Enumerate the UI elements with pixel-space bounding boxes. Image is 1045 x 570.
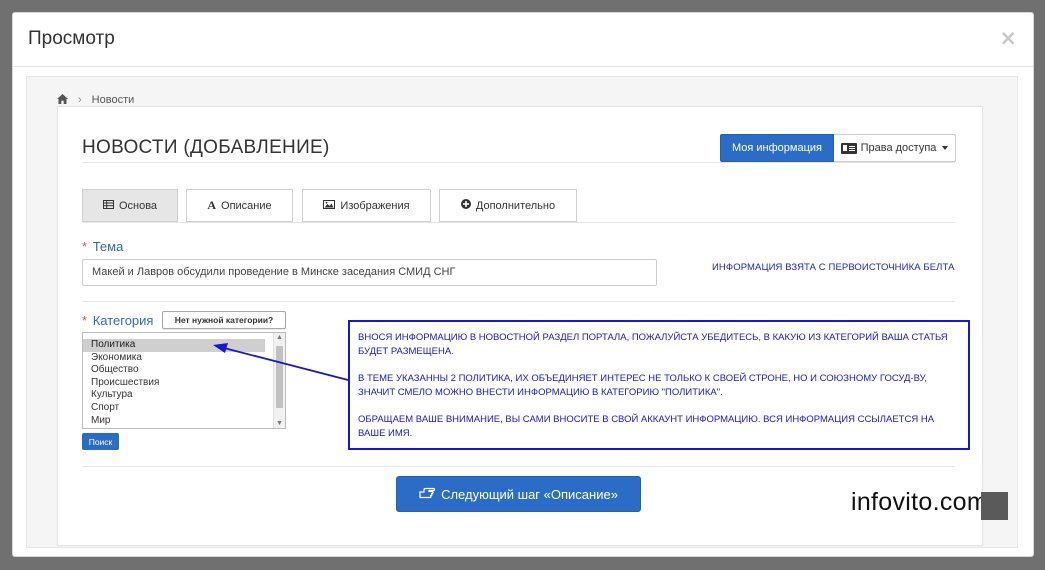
- annotation-paragraph: ОБРАЩАЕМ ВАШЕ ВНИМАНИЕ, ВЫ САМИ ВНОСИТЕ …: [358, 414, 935, 439]
- divider: [82, 466, 955, 467]
- annotation-paragraph: ВНОСЯ ИНФОРМАЦИЮ В НОВОСТНОЙ РАЗДЕЛ ПОРТ…: [358, 332, 948, 357]
- source-note: ИНФОРМАЦИЯ ВЗЯТА С ПЕРВОИСТОЧНИКА БЕЛТА: [712, 262, 955, 273]
- image-icon: [323, 199, 336, 212]
- tab-izobrazheniya[interactable]: Изображения: [302, 189, 431, 222]
- annotation-paragraph: В ТЕМЕ УКАЗАННЫ 2 ПОЛИТИКА, ИХ ОБЪЕДИНЯЕ…: [358, 373, 928, 398]
- tab-dopolnitelno[interactable]: Дополнительно: [439, 189, 577, 222]
- tab-label: Изображения: [340, 199, 410, 212]
- next-step-label: Следующий шаг «Описание»: [441, 486, 618, 502]
- access-rights-button[interactable]: Права доступа: [834, 134, 956, 162]
- theme-label-text: Тема: [92, 239, 124, 254]
- scrollbar-thumb[interactable]: [276, 346, 283, 408]
- hand-pointer-icon: [419, 487, 436, 502]
- watermark-square: [981, 492, 1008, 520]
- annotation-box: ВНОСЯ ИНФОРМАЦИЮ В НОВОСТНОЙ РАЗДЕЛ ПОРТ…: [348, 320, 970, 450]
- no-category-button[interactable]: Нет нужной категории?: [162, 311, 286, 329]
- tab-osnova[interactable]: Основа: [82, 189, 178, 222]
- divider: [82, 301, 955, 302]
- theme-label: * Тема: [82, 239, 123, 254]
- breadcrumb-current[interactable]: Новости: [92, 94, 135, 106]
- search-button[interactable]: Поиск: [82, 433, 119, 450]
- category-listbox[interactable]: Политика Экономика Общество Происшествия…: [82, 332, 286, 429]
- caret-down-icon: [942, 146, 949, 150]
- watermark-text: infovito.com: [851, 488, 988, 516]
- category-label: * Категория: [82, 313, 153, 328]
- tab-opisanie[interactable]: A Описание: [186, 189, 293, 222]
- category-option[interactable]: Мир: [83, 415, 265, 428]
- required-mark: *: [82, 239, 88, 254]
- tab-label: Описание: [221, 199, 272, 212]
- home-icon[interactable]: [57, 93, 68, 107]
- next-step-button[interactable]: Следующий шаг «Описание»: [396, 476, 641, 512]
- listbox-scrollbar[interactable]: ▲ ▼: [273, 333, 285, 428]
- required-mark: *: [82, 313, 88, 328]
- access-rights-label: Права доступа: [860, 142, 937, 154]
- category-option[interactable]: Общество: [83, 364, 265, 377]
- plus-circle-icon: [460, 199, 471, 212]
- category-option[interactable]: Экономика: [83, 352, 265, 365]
- close-icon[interactable]: ×: [999, 28, 1017, 49]
- page-title: НОВОСТИ (ДОБАВЛЕНИЕ): [82, 137, 330, 158]
- category-option[interactable]: Происшествия: [83, 377, 265, 390]
- modal-title: Просмотр: [28, 28, 115, 49]
- table-icon: [102, 199, 114, 212]
- divider: [82, 162, 955, 163]
- modal-header: Просмотр ×: [13, 13, 1033, 67]
- category-option[interactable]: Культура: [83, 389, 265, 402]
- scroll-up-icon[interactable]: ▲: [276, 334, 283, 341]
- tab-label: Основа: [118, 199, 158, 212]
- id-card-icon: [840, 142, 857, 154]
- divider: [82, 222, 955, 223]
- category-label-text: Категория: [92, 313, 154, 328]
- my-info-button[interactable]: Моя информация: [720, 134, 834, 162]
- theme-input[interactable]: Макей и Лавров обсудили проведение в Мин…: [82, 259, 657, 286]
- breadcrumb-separator: ›: [78, 94, 82, 106]
- scroll-down-icon[interactable]: ▼: [276, 420, 283, 427]
- font-icon: A: [207, 198, 217, 212]
- category-option[interactable]: Политика: [83, 339, 265, 352]
- category-option[interactable]: Спорт: [83, 402, 265, 415]
- breadcrumb: › Новости: [57, 93, 134, 107]
- tab-label: Дополнительно: [475, 199, 556, 212]
